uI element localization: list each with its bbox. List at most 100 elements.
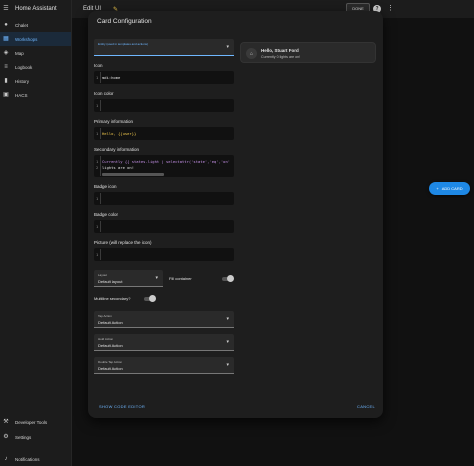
- badge-color-label: Badge color: [94, 212, 119, 217]
- sidebar-item-hacs[interactable]: ▣ HACS: [0, 88, 71, 102]
- fill-container-toggle[interactable]: [221, 274, 234, 282]
- code-text: mdi:home: [102, 75, 121, 80]
- line-number: 1: [96, 159, 99, 164]
- code-text: Hello, {{user}}: [102, 131, 137, 136]
- app: ☰ Home Assistant ● Chalet ▦ Workshops ◈ …: [0, 0, 474, 466]
- entity-select[interactable]: Entity (used in templates and actions) ▾: [94, 39, 234, 56]
- hacs-icon: ▣: [3, 92, 9, 98]
- double-tap-action-label: Double Tap Action: [98, 360, 123, 364]
- sidebar-item-label: Map: [15, 50, 24, 56]
- multiline-toggle[interactable]: [144, 294, 157, 302]
- gutter-line: [100, 128, 101, 139]
- sidebar-item-label: Workshops: [15, 36, 38, 42]
- line-number: 1: [96, 196, 99, 201]
- plus-icon: +: [436, 186, 439, 191]
- more-options-icon[interactable]: ⋮: [387, 4, 394, 12]
- chevron-down-icon: ▾: [226, 362, 229, 368]
- sidebar-item-label: Logbook: [15, 64, 33, 70]
- card-preview[interactable]: ⌂ Hello, Stuart Ford Currently 0 lights …: [240, 42, 376, 63]
- sidebar-item-developer-tools[interactable]: ⚒ Developer Tools: [0, 415, 72, 429]
- preview-title: Hello, Stuart Ford: [261, 48, 299, 53]
- line-number: 1: [96, 75, 99, 80]
- fill-container-label: Fill container: [169, 276, 192, 281]
- multiline-label: Multiline secondary?: [94, 296, 131, 301]
- line-number: 1: [96, 224, 99, 229]
- gutter-line: [100, 221, 101, 232]
- chevron-down-icon: ▾: [226, 339, 229, 345]
- add-card-label: ADD CARD: [441, 186, 463, 191]
- gutter-line: [100, 156, 101, 176]
- bell-icon: ♪: [4, 456, 8, 462]
- gutter-line: [100, 193, 101, 204]
- sidebar-item-chalet[interactable]: ● Chalet: [0, 18, 71, 32]
- sidebar-bottom: ⚒ Developer Tools ⚙ Settings ♪ Notificat…: [0, 415, 72, 466]
- logbook-icon: ≡: [4, 64, 8, 70]
- double-tap-action-value: Default Action: [98, 366, 123, 371]
- dashboard-icon: ▦: [3, 36, 9, 42]
- gutter-line: [100, 100, 101, 111]
- preview-subtitle: Currently 0 lights are on!: [261, 55, 301, 59]
- hold-action-label: Hold Action: [98, 337, 114, 341]
- map-icon: ◈: [3, 50, 9, 56]
- icon-color-label: Icon color: [94, 91, 114, 96]
- code-text: lights are on!: [102, 165, 135, 170]
- sidebar-item-logbook[interactable]: ≡ Logbook: [0, 60, 71, 74]
- badge-icon-code-editor[interactable]: 1: [94, 192, 234, 205]
- sidebar-item-label: HACS: [15, 92, 28, 98]
- secondary-info-label: Secondary information: [94, 147, 140, 152]
- history-icon: ▮: [4, 78, 8, 84]
- app-title: Home Assistant: [15, 6, 57, 12]
- dialog-title: Card Configuration: [97, 18, 152, 25]
- tap-action-value: Default Action: [98, 320, 123, 325]
- sidebar-header: ☰ Home Assistant: [0, 0, 71, 18]
- hold-action-select[interactable]: Hold Action Default Action ▾: [94, 334, 234, 351]
- icon-label: Icon: [94, 63, 103, 68]
- code-text: Currently {{ states.light | selectattr('…: [102, 159, 231, 164]
- layout-select-label: Layout: [98, 273, 108, 277]
- layout-select[interactable]: Layout Default layout ▾: [94, 270, 163, 287]
- sidebar-item-workshops[interactable]: ▦ Workshops: [0, 32, 71, 46]
- double-tap-action-select[interactable]: Double Tap Action Default Action ▾: [94, 357, 234, 374]
- line-number: 1: [96, 131, 99, 136]
- secondary-info-code-editor[interactable]: 1 2 Currently {{ states.light | selectat…: [94, 155, 234, 177]
- horizontal-scrollbar[interactable]: [102, 173, 164, 176]
- chevron-down-icon: ▾: [226, 316, 229, 322]
- layout-select-value: Default layout: [98, 279, 123, 284]
- sidebar-item-history[interactable]: ▮ History: [0, 74, 71, 88]
- toggle-knob: [149, 294, 157, 302]
- home-icon: ⌂: [246, 48, 257, 59]
- line-number: 1: [96, 103, 99, 108]
- show-code-editor-button[interactable]: SHOW CODE EDITOR: [99, 404, 145, 409]
- primary-info-code-editor[interactable]: 1 Hello, {{user}}: [94, 127, 234, 140]
- add-card-button[interactable]: + ADD CARD: [429, 182, 470, 195]
- sidebar: ☰ Home Assistant ● Chalet ▦ Workshops ◈ …: [0, 0, 72, 466]
- menu-icon[interactable]: ☰: [3, 6, 9, 12]
- gutter-line: [100, 72, 101, 83]
- badge-icon-label: Badge icon: [94, 184, 117, 189]
- sidebar-item-settings[interactable]: ⚙ Settings: [0, 430, 72, 444]
- card-editor: Entity (used in templates and actions) ▾…: [94, 39, 234, 374]
- sidebar-item-map[interactable]: ◈ Map: [0, 46, 71, 60]
- tap-action-select[interactable]: Tap Action Default Action ▾: [94, 311, 234, 328]
- badge-color-code-editor[interactable]: 1: [94, 220, 234, 233]
- sidebar-item-label: History: [15, 78, 30, 84]
- sidebar-item-label: Chalet: [15, 22, 29, 28]
- sidebar-item-label: Developer Tools: [15, 419, 48, 425]
- picture-code-editor[interactable]: 1: [94, 248, 234, 261]
- hold-action-value: Default Action: [98, 343, 123, 348]
- multiline-row: Multiline secondary?: [94, 294, 234, 302]
- icon-code-editor[interactable]: 1 mdi:home: [94, 71, 234, 84]
- gear-icon: ⚙: [3, 434, 9, 440]
- tap-action-label: Tap Action: [98, 314, 112, 318]
- chevron-down-icon: ▾: [155, 275, 158, 281]
- gutter-line: [100, 249, 101, 260]
- entity-select-label: Entity (used in templates and actions): [98, 42, 149, 46]
- toggle-knob: [226, 274, 234, 282]
- icon-color-code-editor[interactable]: 1: [94, 99, 234, 112]
- wrench-icon: ⚒: [3, 419, 9, 425]
- cancel-button[interactable]: CANCEL: [357, 404, 375, 409]
- layout-row: Layout Default layout ▾ Fill container: [94, 270, 234, 287]
- chevron-down-icon: ▾: [226, 44, 229, 50]
- line-number: 1: [96, 252, 99, 257]
- sidebar-item-notifications[interactable]: ♪ Notifications: [0, 452, 72, 466]
